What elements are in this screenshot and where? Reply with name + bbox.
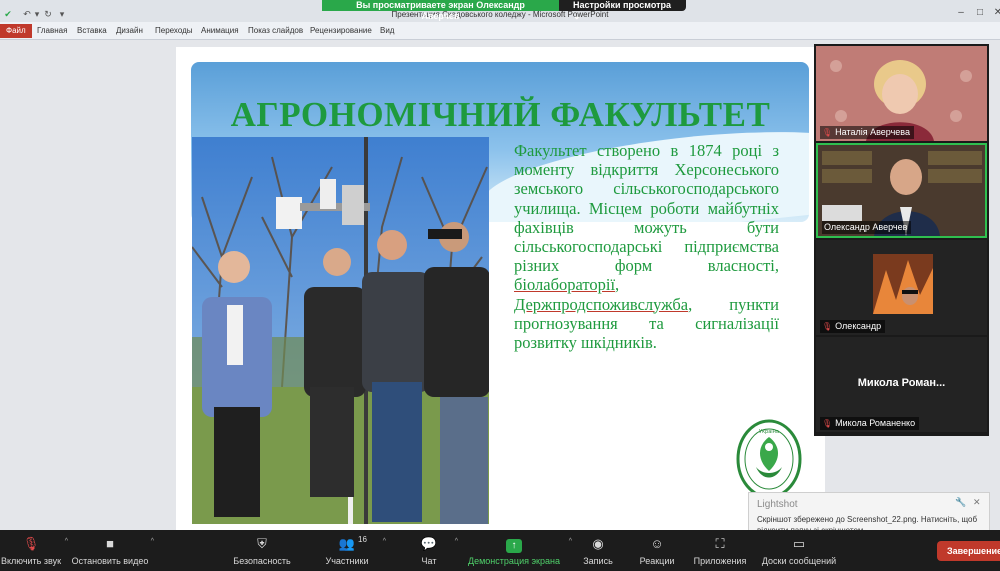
participant-tile[interactable]: 🎙 Олександр: [816, 240, 987, 335]
mic-muted-icon: 🎙: [822, 419, 833, 428]
participant-display-name: Микола Роман...: [857, 377, 946, 389]
mic-muted-icon: 🎙: [822, 128, 833, 137]
participants-count: 16: [358, 535, 367, 544]
smiley-icon: ☺: [650, 536, 664, 551]
participant-name: 🎙 Микола Романенко: [820, 417, 920, 430]
tab-slideshow[interactable]: Показ слайдов: [248, 25, 303, 37]
tab-file[interactable]: Файл: [0, 24, 32, 38]
tab-transitions[interactable]: Переходы: [155, 25, 193, 37]
participant-name: Олександр Аверчев: [822, 221, 912, 234]
tab-home[interactable]: Главная: [37, 25, 67, 37]
tab-design[interactable]: Дизайн: [116, 25, 143, 37]
slide-body-text: Факультет створено в 1874 році з моменту…: [514, 141, 779, 352]
record-button[interactable]: ◉ Запись: [580, 530, 616, 571]
mic-muted-icon: 🎙: [22, 536, 40, 551]
end-meeting-button[interactable]: Завершение: [937, 541, 1000, 561]
slide: АГРОНОМІЧНИЙ ФАКУЛЬТЕТ Факультет створен…: [176, 47, 825, 537]
body-text-part: Факультет створено в 1874 році з моменту…: [514, 141, 779, 276]
stop-video-button[interactable]: ■ Остановить видео ^: [70, 530, 154, 571]
tab-insert[interactable]: Вставка: [77, 25, 107, 37]
chevron-up-icon[interactable]: ^: [455, 538, 458, 545]
share-screen-button[interactable]: ↑ Демонстрация экрана ^: [466, 530, 572, 571]
unmute-button[interactable]: 🎙 Включить звук ^: [0, 530, 68, 571]
participant-tile[interactable]: 🎙 Наталія Аверчева: [816, 46, 987, 141]
svg-text:Україна: Україна: [759, 429, 779, 435]
share-banner-message: Вы просматриваете экран Олександр Аверче…: [322, 0, 559, 21]
share-screen-icon: ↑: [466, 536, 562, 553]
body-text-underlined: біолабораторії: [514, 275, 616, 295]
chevron-up-icon[interactable]: ^: [569, 538, 572, 545]
whiteboards-button[interactable]: ▭ Доски сообщений: [760, 530, 838, 571]
participants-button[interactable]: 👥 16 Участники ^: [320, 530, 387, 571]
chevron-down-icon: ⌄: [573, 11, 581, 21]
chat-button[interactable]: 💬 Чат ^: [412, 530, 458, 571]
chevron-up-icon[interactable]: ^: [65, 538, 68, 545]
record-icon: ◉: [592, 536, 604, 551]
chevron-up-icon[interactable]: ^: [151, 538, 154, 545]
body-text-part: ,: [615, 275, 620, 295]
zoom-toolbar: 🎙 Включить звук ^ ■ Остановить видео ^ ⛨…: [0, 530, 1000, 571]
shield-icon: ⛨: [257, 536, 267, 551]
apps-icon: ⛶: [715, 536, 725, 551]
tab-review[interactable]: Рецензирование: [310, 25, 372, 37]
view-options-dropdown[interactable]: Настройки просмотра ⌄: [559, 0, 686, 21]
body-text-underlined: Держпродспоживслужба: [514, 294, 689, 314]
college-logo: Україна: [736, 419, 802, 499]
security-button[interactable]: ⛨ Безопасность: [230, 530, 294, 571]
chat-icon: 💬: [420, 536, 438, 551]
mic-muted-icon: 🎙: [822, 322, 833, 331]
ribbon-tabs: Файл Главная Вставка Дизайн Переходы Ани…: [0, 22, 1000, 40]
settings-icon[interactable]: 🔧: [955, 497, 966, 508]
faculty-photo: [192, 137, 489, 524]
minimize-icon[interactable]: –: [954, 6, 968, 20]
close-icon[interactable]: ✕: [991, 6, 1000, 20]
window-title: Презентация Скадовського коледжу - Micro…: [391, 10, 609, 19]
notification-title: Lightshot: [757, 499, 798, 510]
tab-animation[interactable]: Анимация: [201, 25, 239, 37]
maximize-icon[interactable]: □: [973, 6, 987, 20]
participants-panel: 🎙 Наталія Аверчева Олександр Аверчев 🎙 Оле…: [814, 44, 989, 436]
slide-title: АГРОНОМІЧНИЙ ФАКУЛЬТЕТ: [230, 95, 771, 134]
participant-tile-active-speaker[interactable]: Олександр Аверчев: [816, 143, 987, 238]
zoom-share-banner: Вы просматриваете экран Олександр Аверче…: [322, 0, 686, 21]
reactions-button[interactable]: ☺ Реакции: [638, 530, 676, 571]
participant-name: 🎙 Олександр: [820, 320, 886, 333]
participant-tile[interactable]: Микола Роман... 🎙 Микола Романенко: [816, 337, 987, 432]
participant-name: 🎙 Наталія Аверчева: [820, 126, 914, 139]
apps-button[interactable]: ⛶ Приложения: [692, 530, 748, 571]
close-icon[interactable]: ✕: [973, 497, 981, 508]
chevron-up-icon[interactable]: ^: [383, 538, 386, 545]
whiteboard-icon: ▭: [792, 536, 806, 551]
tab-view[interactable]: Вид: [380, 25, 394, 37]
video-camera-icon: ■: [106, 536, 114, 551]
